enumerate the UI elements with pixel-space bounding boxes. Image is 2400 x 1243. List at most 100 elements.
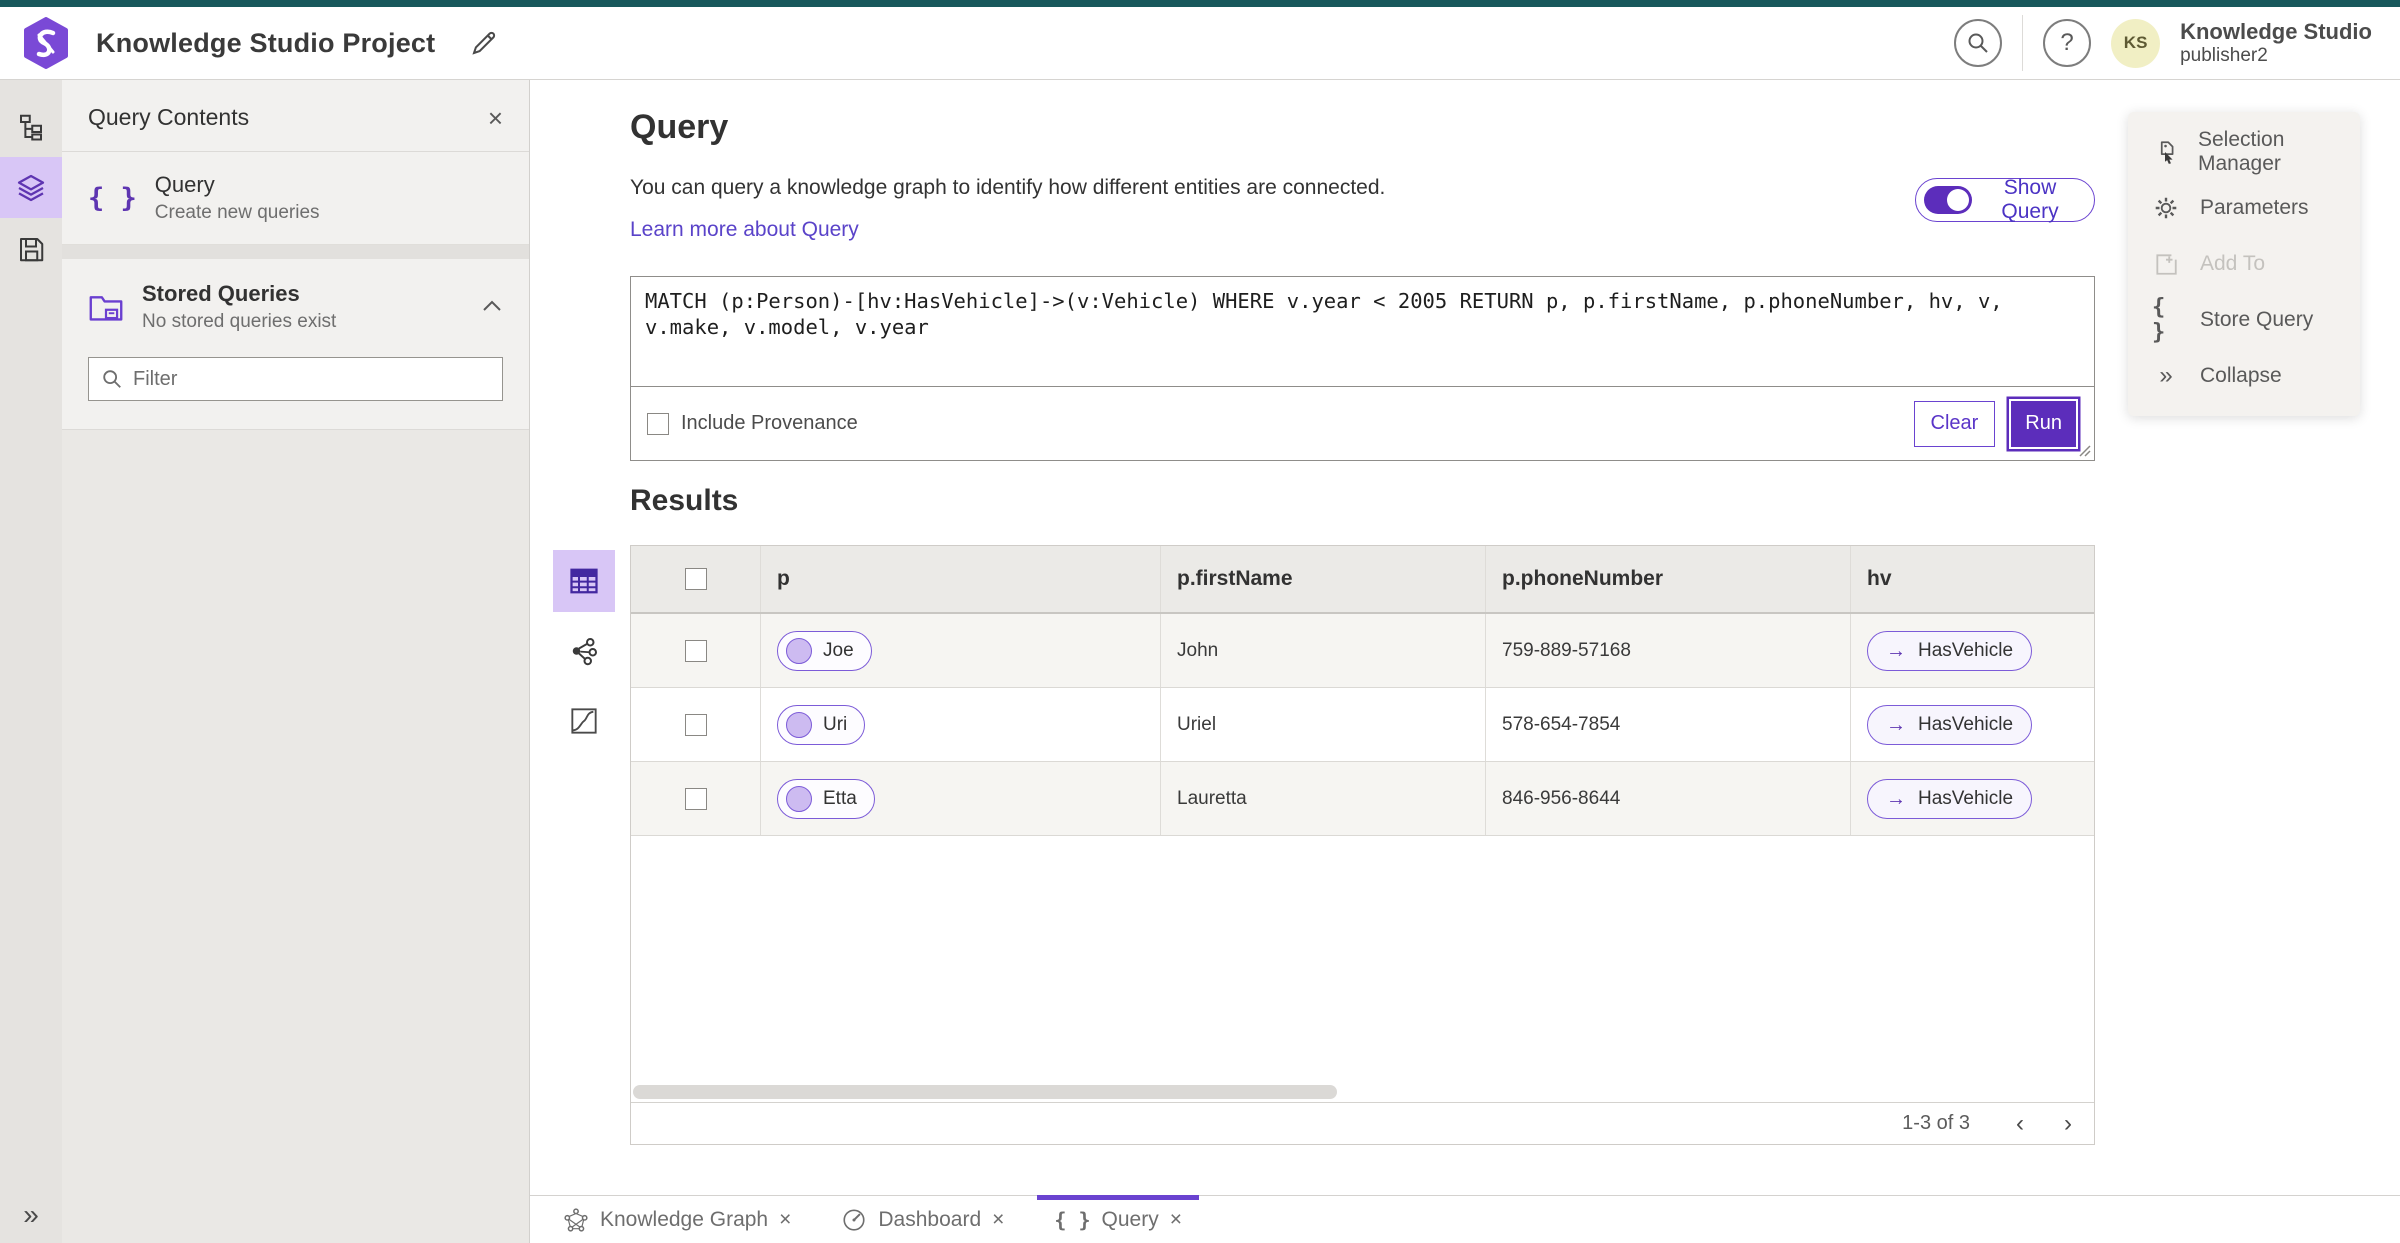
- table-view-button[interactable]: [553, 550, 615, 612]
- parameters-item[interactable]: Parameters: [2128, 180, 2360, 236]
- tab-label: Knowledge Graph: [600, 1207, 769, 1231]
- query-item-description: Create new queries: [154, 202, 320, 223]
- network-icon: [572, 638, 597, 666]
- toggle-knob: [1947, 189, 1969, 211]
- table-icon: [570, 568, 598, 594]
- account-name: Knowledge Studio: [2180, 19, 2372, 45]
- include-provenance-checkbox[interactable]: [647, 412, 669, 435]
- chart-view-button[interactable]: [553, 690, 615, 752]
- knowledge-studio-logo: [24, 17, 68, 69]
- row-checkbox[interactable]: [684, 639, 707, 662]
- stored-queries-header[interactable]: Stored Queries No stored queries exist: [88, 281, 503, 333]
- top-bar: Knowledge Studio Project ? KS Knowledge …: [0, 7, 2400, 80]
- close-icon[interactable]: ×: [1170, 1209, 1182, 1230]
- column-header-hv[interactable]: hv: [1851, 546, 2094, 612]
- filter-input[interactable]: [133, 367, 490, 391]
- panel-close-button[interactable]: ×: [488, 105, 503, 131]
- cell-firstname: John: [1177, 639, 1219, 661]
- entity-pill[interactable]: Joe: [777, 630, 872, 671]
- query-page: Query You can query a knowledge graph to…: [530, 80, 2400, 1195]
- selection-manager-icon: [2152, 139, 2178, 165]
- close-icon[interactable]: ×: [779, 1209, 791, 1230]
- pencil-icon: [472, 31, 496, 55]
- edit-title-button[interactable]: [469, 28, 499, 58]
- gear-icon: [2152, 195, 2180, 221]
- braces-icon: { }: [2152, 295, 2166, 345]
- store-query-item[interactable]: { } Store Query: [2128, 292, 2360, 348]
- select-all-checkbox[interactable]: [684, 568, 707, 590]
- column-header-p[interactable]: p: [761, 546, 1161, 612]
- previous-page-button[interactable]: ‹: [2016, 1111, 2024, 1136]
- collapse-section-button[interactable]: [481, 299, 503, 316]
- action-label: Store Query: [2200, 308, 2314, 331]
- toggle-track: [1924, 186, 1972, 214]
- table-empty-space: [631, 836, 2094, 1082]
- action-label: Parameters: [2200, 196, 2309, 219]
- hierarchy-icon: [20, 114, 42, 140]
- rail-item-data-model[interactable]: [0, 96, 62, 157]
- action-label: Add To: [2200, 252, 2265, 275]
- tab-dashboard[interactable]: Dashboard ×: [824, 1196, 1021, 1243]
- selection-manager-item[interactable]: Selection Manager: [2128, 124, 2360, 180]
- run-button[interactable]: Run: [2009, 398, 2078, 449]
- layers-icon: [17, 174, 45, 201]
- table-row: Joe John 759-889-57168 → HasVehicle: [631, 614, 2094, 688]
- entity-node-icon: [786, 637, 812, 664]
- close-icon[interactable]: ×: [992, 1209, 1004, 1230]
- tab-label: Query: [1101, 1207, 1159, 1231]
- panel-title: Query Contents: [88, 104, 250, 130]
- entity-pill[interactable]: Etta: [777, 778, 875, 819]
- column-header-firstname[interactable]: p.firstName: [1161, 546, 1486, 612]
- filter-field: [88, 357, 503, 401]
- query-contents-panel: Query Contents × { } Query Create new qu…: [62, 80, 530, 1243]
- entity-node-icon: [786, 711, 812, 738]
- tab-knowledge-graph[interactable]: Knowledge Graph ×: [546, 1196, 808, 1243]
- rail-item-save[interactable]: [0, 218, 62, 279]
- topbar-divider: [2022, 15, 2024, 71]
- relationship-pill-label: HasVehicle: [1918, 787, 2014, 809]
- relationship-pill[interactable]: → HasVehicle: [1867, 704, 2033, 745]
- rail-item-contents[interactable]: [0, 157, 62, 218]
- panel-header: Query Contents ×: [62, 80, 529, 152]
- learn-more-link[interactable]: Learn more about Query: [630, 218, 859, 242]
- show-query-toggle[interactable]: Show Query: [1915, 176, 2095, 223]
- graph-view-button[interactable]: [553, 620, 615, 682]
- cell-phonenumber: 578-654-7854: [1502, 713, 1621, 735]
- chevron-up-icon: [483, 300, 501, 311]
- help-button[interactable]: ?: [2043, 19, 2092, 67]
- search-button[interactable]: [1954, 19, 2003, 67]
- clear-button[interactable]: Clear: [1913, 400, 1996, 447]
- stored-queries-label: Stored Queries: [142, 281, 300, 306]
- help-icon: ?: [2060, 29, 2074, 56]
- action-label: Selection Manager: [2198, 128, 2285, 175]
- relationship-pill[interactable]: → HasVehicle: [1867, 630, 2033, 671]
- save-icon: [20, 237, 44, 261]
- pagination-bar: 1-3 of 3 ‹ ›: [631, 1102, 2094, 1144]
- entity-pill[interactable]: Uri: [777, 704, 866, 745]
- row-checkbox[interactable]: [684, 713, 707, 736]
- action-label: Collapse: [2200, 364, 2282, 387]
- project-title: Knowledge Studio Project: [96, 27, 436, 58]
- query-statement-textarea[interactable]: MATCH (p:Person)-[hv:HasVehicle]->(v:Veh…: [631, 277, 2094, 387]
- relationship-pill[interactable]: → HasVehicle: [1867, 778, 2033, 819]
- pagination-range: 1-3 of 3: [1902, 1112, 1970, 1134]
- panel-item-query[interactable]: { } Query Create new queries: [62, 152, 529, 245]
- row-checkbox[interactable]: [684, 787, 707, 810]
- topbar-right-group: ? KS Knowledge Studio publisher2: [1954, 15, 2378, 71]
- main-area: Query You can query a knowledge graph to…: [530, 80, 2400, 1243]
- dashboard-gauge-icon: [843, 1208, 865, 1231]
- top-accent-strip: [0, 0, 2400, 7]
- add-to-item: Add To: [2128, 236, 2360, 292]
- next-page-button[interactable]: ›: [2064, 1111, 2072, 1136]
- account-info[interactable]: Knowledge Studio publisher2: [2180, 19, 2372, 66]
- tab-query[interactable]: { } Query ×: [1037, 1195, 1199, 1243]
- cell-firstname: Uriel: [1177, 713, 1217, 735]
- resize-handle-icon[interactable]: [2075, 441, 2091, 457]
- column-header-phonenumber[interactable]: p.phoneNumber: [1486, 546, 1851, 612]
- avatar[interactable]: KS: [2111, 18, 2161, 68]
- scrollbar-thumb[interactable]: [633, 1085, 1337, 1099]
- collapse-panel-item[interactable]: » Collapse: [2128, 348, 2360, 404]
- results-view-switcher: [553, 550, 615, 752]
- rail-collapse-button[interactable]: »: [23, 1201, 39, 1229]
- relationship-pill-label: HasVehicle: [1918, 713, 2014, 735]
